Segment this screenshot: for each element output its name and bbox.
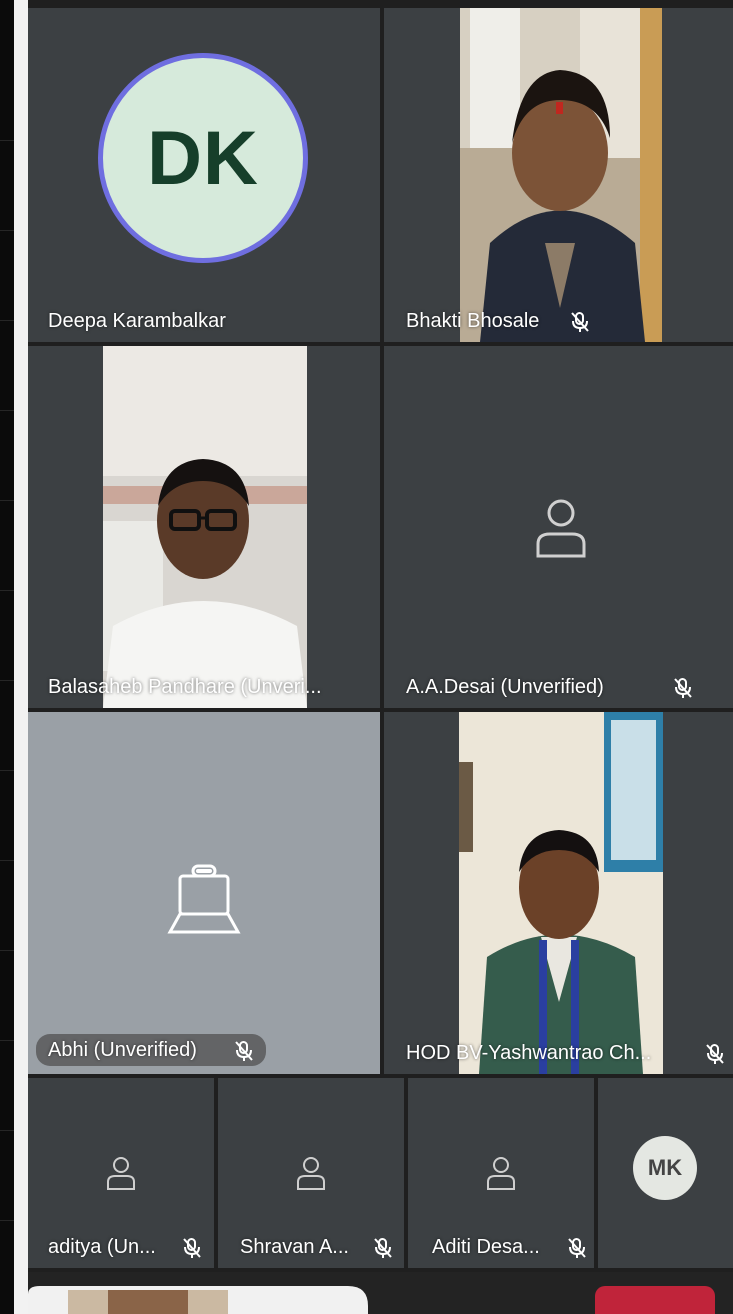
self-view-thumbnail[interactable] [28, 1286, 368, 1314]
participant-tile-bhakti[interactable]: Bhakti Bhosale [384, 8, 733, 342]
participant-tile-deepa[interactable]: DK Deepa Karambalkar [28, 8, 380, 342]
participant-name: Balasaheb Pandhare (Unveri... [48, 676, 322, 698]
meeting-grid: DK Deepa Karambalkar Bhakti Bhosale Bala… [28, 0, 733, 1314]
person-icon [297, 1157, 325, 1190]
participant-video [459, 712, 663, 1074]
participant-tile-aditi[interactable]: Aditi Desa... [408, 1078, 594, 1268]
avatar: DK [98, 53, 308, 263]
person-icon [536, 499, 586, 558]
camera-off-icon [167, 864, 241, 934]
mic-off-icon [374, 1238, 392, 1258]
mic-off-icon [674, 678, 692, 698]
participant-video [460, 8, 662, 342]
participant-name: Shravan A... [240, 1236, 349, 1258]
participant-name: A.A.Desai (Unverified) [406, 676, 604, 698]
avatar-initials: MK [647, 1155, 683, 1180]
leave-call-button[interactable] [595, 1286, 715, 1314]
participant-name: Abhi (Unverified) [48, 1039, 197, 1061]
participant-tile-balasaheb[interactable]: Balasaheb Pandhare (Unveri... [28, 346, 380, 708]
participant-tile-aadesai[interactable]: A.A.Desai (Unverified) [384, 346, 733, 708]
mic-off-icon [183, 1238, 201, 1258]
participant-tile-aditya[interactable]: aditya (Un... [28, 1078, 214, 1268]
panel-divider [14, 0, 28, 1314]
participant-tile-hod[interactable]: HOD BV-Yashwantrao Ch... [384, 712, 733, 1074]
participant-name: HOD BV-Yashwantrao Ch... [406, 1042, 652, 1064]
participant-tile-abhi[interactable]: Abhi (Unverified) [28, 712, 380, 1074]
mic-off-icon [706, 1044, 724, 1064]
participant-tile-shravan[interactable]: Shravan A... [218, 1078, 404, 1268]
avatar-initials: DK [147, 115, 259, 201]
mic-off-icon [235, 1041, 253, 1061]
person-icon [107, 1157, 135, 1190]
participant-tile-mk[interactable]: MK [598, 1078, 733, 1268]
participant-name: aditya (Un... [48, 1236, 156, 1258]
mic-off-icon [568, 1238, 586, 1258]
avatar: MK [633, 1136, 697, 1200]
participant-name: Bhakti Bhosale [406, 310, 540, 332]
participant-video [103, 346, 307, 708]
participant-name: Deepa Karambalkar [48, 310, 226, 332]
participant-name: Aditi Desa... [432, 1236, 540, 1258]
mic-off-icon [571, 312, 589, 332]
left-panel-strip [0, 0, 14, 1314]
person-icon [487, 1157, 515, 1190]
self-view-bar [28, 1272, 733, 1314]
